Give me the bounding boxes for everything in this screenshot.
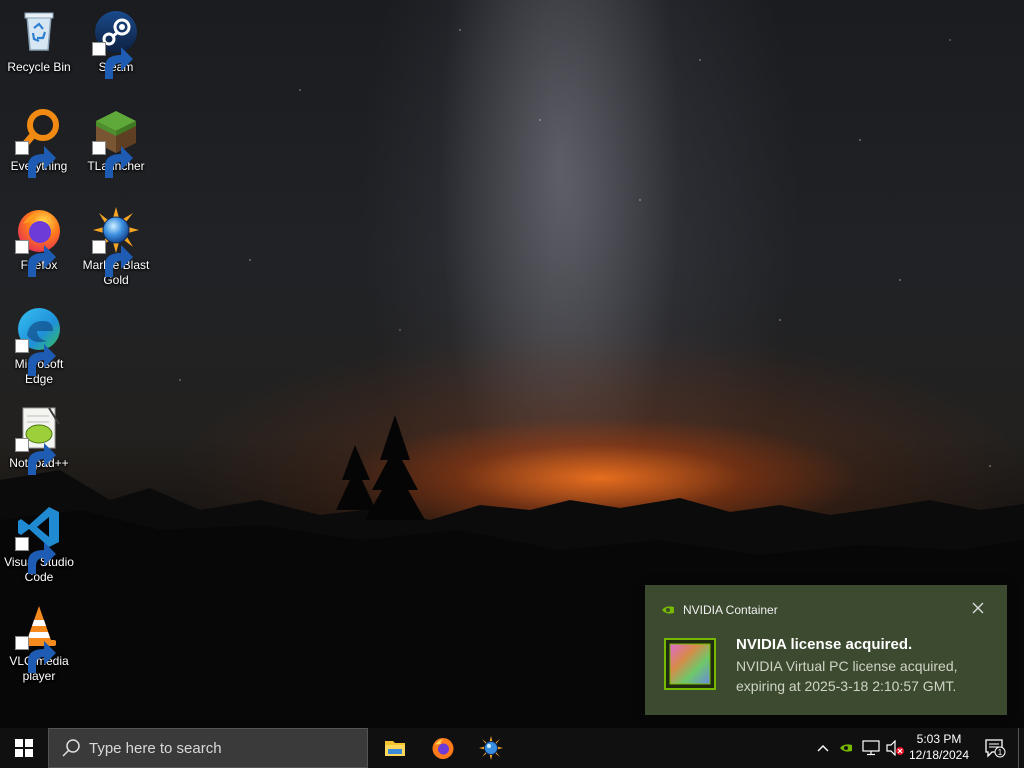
notification-app-name: NVIDIA Container — [683, 603, 778, 617]
vscode-icon — [15, 503, 63, 574]
vlc-icon — [15, 602, 63, 673]
taskbar-search-box[interactable]: Type here to search — [48, 728, 368, 768]
notification-body: NVIDIA Virtual PC license acquired, expi… — [736, 658, 958, 694]
taskbar-firefox[interactable] — [419, 728, 467, 768]
edge-icon — [15, 305, 63, 376]
desktop-icon-label: Recycle Bin — [7, 60, 71, 74]
windows-logo-icon — [15, 739, 33, 757]
network-icon — [862, 740, 880, 756]
marble-blast-icon — [479, 736, 503, 760]
shortcut-arrow-icon — [15, 240, 56, 277]
desktop-icon-everything[interactable]: Everything — [1, 107, 77, 178]
shortcut-arrow-icon — [15, 141, 56, 178]
show-desktop-button[interactable] — [1018, 728, 1024, 768]
close-icon — [972, 602, 984, 614]
notification-toast[interactable]: NVIDIA Container NVIDIA license acquired… — [645, 585, 1007, 715]
desktop-icon-firefox[interactable]: Firefox — [1, 206, 77, 277]
nvidia-tray-icon — [840, 744, 852, 752]
nvidia-license-chip-icon — [664, 638, 716, 690]
tlauncher-icon — [92, 107, 140, 178]
search-icon — [62, 739, 80, 757]
shortcut-arrow-icon — [15, 636, 56, 673]
steam-icon — [92, 8, 140, 79]
recycle-bin-icon — [15, 8, 63, 56]
marble-blast-icon — [92, 206, 140, 277]
taskbar-file-explorer[interactable] — [371, 728, 419, 768]
taskbar: Type here to search 5:03 PM 12/18/2024 1 — [0, 728, 1024, 768]
shortcut-arrow-icon — [92, 141, 133, 178]
tray-nvidia[interactable] — [836, 728, 856, 768]
desktop-icon-steam[interactable]: Steam — [78, 8, 154, 79]
action-center-icon: 1 — [985, 739, 1006, 758]
notification-count-badge: 1 — [998, 748, 1003, 757]
search-placeholder: Type here to search — [89, 739, 222, 757]
everything-search-icon — [15, 107, 63, 178]
file-explorer-icon — [385, 741, 405, 756]
tray-clock[interactable]: 5:03 PM 12/18/2024 — [904, 731, 974, 763]
shortcut-arrow-icon — [15, 537, 56, 574]
tray-network[interactable] — [860, 728, 882, 768]
shortcut-arrow-icon — [15, 339, 56, 376]
desktop-icon-marble-blast[interactable]: Marble Blast Gold — [78, 206, 154, 288]
clock-date: 12/18/2024 — [908, 748, 970, 762]
start-button[interactable] — [0, 728, 48, 768]
desktop-icon-tlauncher[interactable]: TLauncher — [78, 107, 154, 178]
desktop-icon-recycle-bin[interactable]: Recycle Bin — [1, 8, 77, 75]
desktop-icon-vscode[interactable]: Visual Studio Code — [1, 503, 77, 585]
tray-show-hidden-icons[interactable] — [814, 728, 832, 768]
notification-app-row: NVIDIA Container — [661, 603, 778, 617]
tray-action-center[interactable]: 1 — [978, 728, 1012, 768]
notification-close-button[interactable] — [971, 601, 985, 615]
firefox-icon — [15, 206, 63, 277]
desktop-icon-notepadpp[interactable]: Notepad++ — [1, 404, 77, 475]
notification-title: NVIDIA license acquired. — [736, 636, 913, 653]
taskbar-marble-blast[interactable] — [467, 728, 515, 768]
volume-muted-icon — [886, 740, 904, 756]
shortcut-arrow-icon — [15, 438, 56, 475]
notepadpp-icon — [15, 404, 63, 475]
desktop-icon-edge[interactable]: Microsoft Edge — [1, 305, 77, 387]
chevron-up-icon — [817, 745, 829, 752]
clock-time: 5:03 PM — [916, 732, 962, 746]
tray-volume[interactable] — [884, 728, 906, 768]
firefox-icon — [432, 738, 454, 759]
nvidia-logo-icon — [662, 606, 674, 614]
shortcut-arrow-icon — [92, 42, 133, 79]
desktop-icon-vlc[interactable]: VLC media player — [1, 602, 77, 684]
shortcut-arrow-icon — [92, 240, 133, 277]
